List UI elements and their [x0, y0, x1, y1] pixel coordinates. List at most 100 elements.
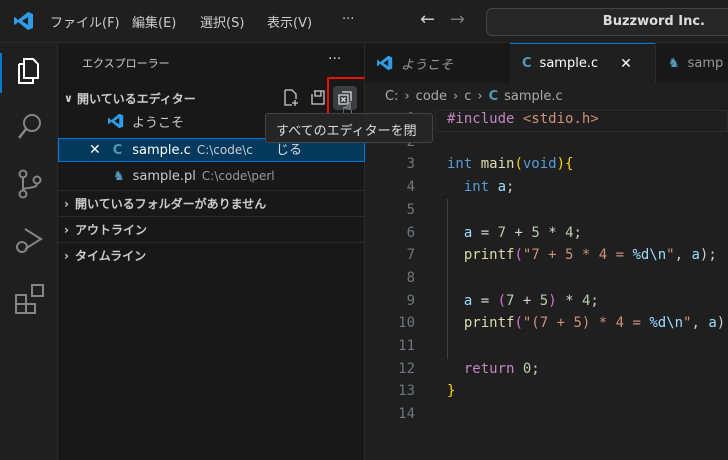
close-icon[interactable]: ✕ — [89, 142, 101, 158]
tab-label: samp — [687, 55, 724, 71]
menu-more[interactable]: ··· — [342, 12, 354, 27]
run-debug-icon[interactable] — [13, 225, 45, 257]
breadcrumb-item[interactable]: sample.c — [504, 89, 563, 104]
code-token: ; — [590, 292, 599, 309]
close-tab-icon[interactable]: ✕ — [620, 56, 632, 72]
code-token: printf — [447, 247, 515, 264]
menu-edit[interactable]: 編集(E) — [132, 12, 176, 31]
code-token: a — [708, 315, 717, 332]
code-token: 5 — [539, 292, 549, 309]
tab-label: ようこそ — [401, 57, 454, 73]
explorer-sidebar: エクスプローラー ··· ∨ 開いているエディター ☝ ようこそ ✕ C sam… — [58, 43, 369, 460]
code-token: ( — [497, 292, 507, 309]
code-token: + — [514, 292, 540, 309]
code-token: , — [691, 315, 709, 332]
code-token: int — [447, 156, 481, 173]
section-label: 開いているフォルダーがありません — [74, 197, 267, 211]
open-editors-label: 開いているエディター — [76, 91, 196, 106]
search-label: Buzzword Inc. — [602, 14, 705, 29]
code-token: ) — [548, 292, 557, 309]
section-label: タイムライン — [74, 249, 147, 263]
code-line: return 0; — [447, 361, 540, 377]
tab-sample-pl[interactable]: ♞ samp — [655, 43, 728, 83]
line-number: 9 — [406, 292, 415, 309]
vscode-icon — [377, 55, 393, 71]
chevron-right-icon: › — [64, 248, 69, 263]
section-no-folder[interactable]: › 開いているフォルダーがありません — [58, 190, 365, 216]
code-token: 4 — [565, 224, 574, 241]
tab-welcome[interactable]: ようこそ — [365, 43, 510, 83]
explorer-files-icon[interactable] — [16, 57, 42, 85]
line-number: 5 — [406, 201, 415, 218]
new-file-icon[interactable] — [282, 89, 300, 107]
active-indicator — [0, 53, 2, 93]
breadcrumb-item[interactable]: c — [464, 89, 471, 104]
tooltip: すべてのエディターを閉じる — [265, 113, 433, 158]
code-token: main — [480, 156, 515, 173]
code-token: ( — [514, 247, 523, 264]
tab-label: sample.c — [539, 56, 599, 71]
code-line: int main(void){ — [447, 156, 573, 172]
code-line: } — [447, 383, 455, 399]
code-token: ( — [514, 156, 523, 173]
line-number: 10 — [398, 315, 415, 332]
open-editor-item-sample-pl[interactable]: ♞ sample.pl C:\code\perl — [58, 164, 365, 188]
file-name: ようこそ — [132, 115, 185, 131]
file-name: sample.pl — [132, 168, 196, 184]
code-token: = — [472, 224, 498, 241]
code-line: #include <stdio.h> — [447, 111, 599, 127]
code-token: ; — [573, 224, 582, 241]
code-token: printf — [447, 315, 515, 332]
line-number: 14 — [398, 406, 415, 423]
line-number: 11 — [398, 338, 415, 354]
menu-selection[interactable]: 選択(S) — [200, 12, 244, 31]
more-actions-icon[interactable]: ··· — [328, 51, 341, 67]
code-token: "7 + 5 * 4 = — [522, 247, 633, 264]
source-control-icon[interactable] — [17, 169, 43, 199]
extensions-icon[interactable] — [14, 283, 46, 315]
save-all-icon[interactable] — [309, 89, 327, 107]
code-token: ( — [514, 315, 523, 332]
code-token: void — [522, 156, 557, 173]
command-center-search[interactable]: Buzzword Inc. — [486, 8, 728, 36]
code-token: ; — [506, 179, 515, 196]
chevron-right-icon: › — [453, 89, 459, 104]
code-token: int — [447, 179, 498, 196]
code-token: * — [539, 224, 566, 241]
code-token: ) — [556, 156, 566, 173]
code-token: <stdio.h> — [522, 111, 599, 127]
code-token: { — [565, 156, 574, 173]
chevron-down-icon: ∨ — [64, 91, 73, 105]
chevron-right-icon: › — [477, 89, 483, 104]
search-icon[interactable] — [17, 113, 43, 141]
line-number: 4 — [406, 179, 415, 196]
forward-arrow-icon[interactable]: → — [450, 9, 465, 30]
code-token: return — [447, 360, 523, 377]
c-file-icon: C — [112, 142, 123, 158]
file-name: sample.c — [132, 142, 191, 158]
code-token: + — [506, 224, 532, 241]
chevron-right-icon: › — [64, 222, 69, 237]
chevron-right-icon: › — [64, 196, 69, 211]
section-outline[interactable]: › アウトライン — [58, 216, 365, 242]
tab-sample-c[interactable]: C sample.c ✕ — [510, 43, 655, 83]
line-number: 6 — [406, 224, 415, 241]
c-file-icon: C — [522, 56, 532, 71]
code-token: 5 — [531, 224, 540, 241]
code-token: %d\n — [632, 247, 667, 264]
code-line: a = (7 + 5) * 4; — [447, 293, 599, 309]
breadcrumb-item[interactable]: code — [416, 89, 447, 104]
indent-guide — [447, 199, 448, 359]
sidebar-title: エクスプローラー — [82, 57, 170, 70]
menu-view[interactable]: 表示(V) — [267, 12, 312, 31]
vscode-icon — [108, 113, 124, 129]
back-arrow-icon[interactable]: ← — [420, 9, 435, 30]
breadcrumb-item[interactable]: C: — [385, 89, 398, 104]
menu-file[interactable]: ファイル(F) — [50, 12, 120, 31]
code-token: , — [674, 247, 692, 264]
vscode-logo-icon — [14, 12, 33, 30]
file-path: C:\code\perl — [201, 169, 275, 183]
section-timeline[interactable]: › タイムライン — [58, 242, 365, 268]
code-token: " — [666, 247, 675, 264]
section-label: アウトライン — [74, 223, 147, 237]
